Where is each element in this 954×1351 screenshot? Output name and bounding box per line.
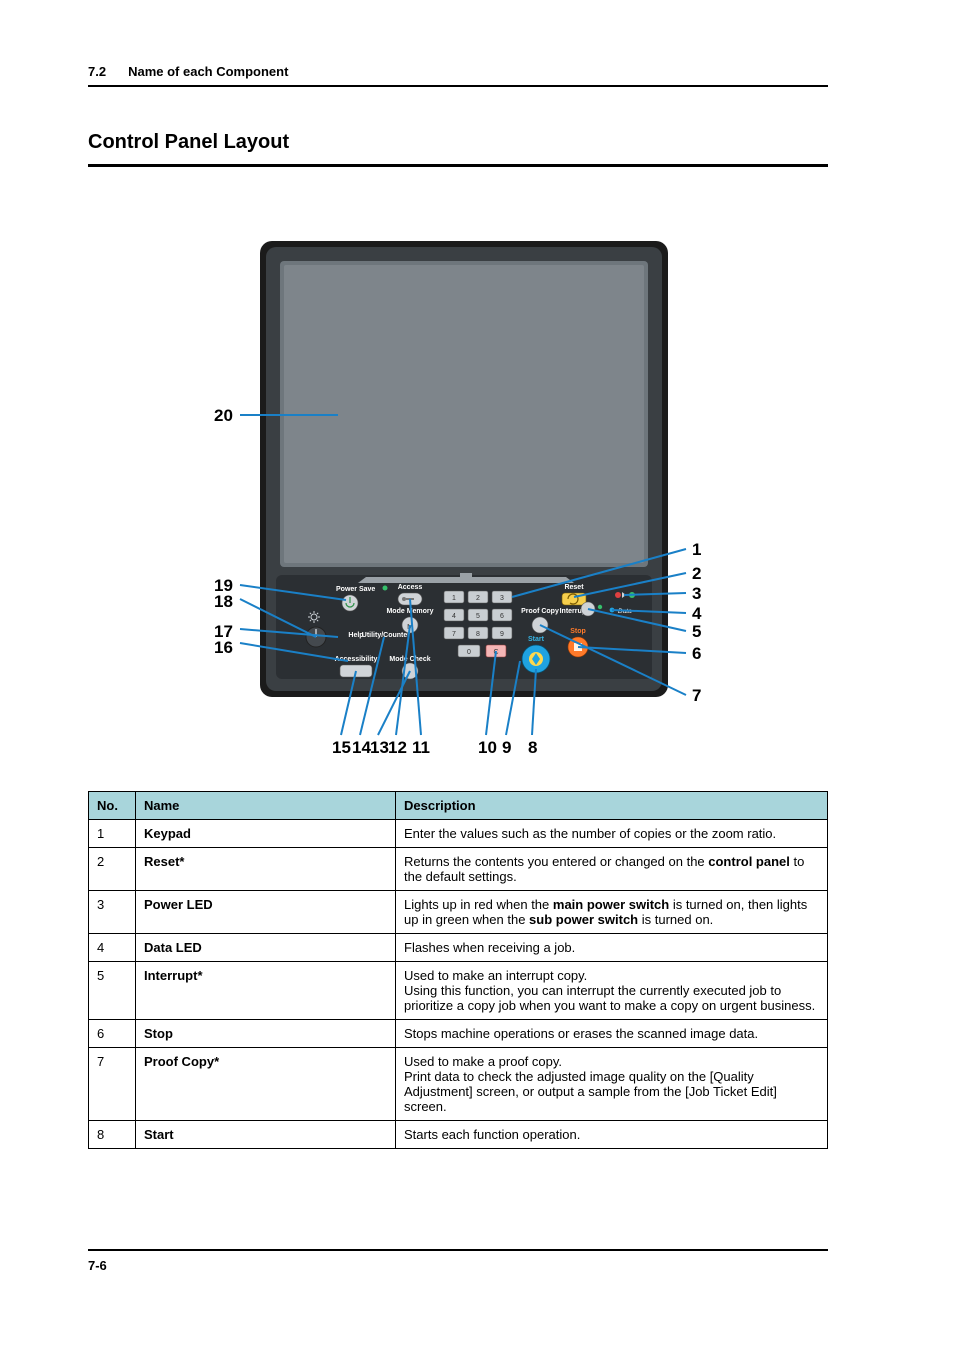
cell-desc: Enter the values such as the number of c… xyxy=(396,820,828,848)
section-number: 7.2 xyxy=(88,64,106,79)
page-title: Control Panel Layout xyxy=(88,131,828,154)
page-number: 7-6 xyxy=(88,1258,107,1273)
svg-text:6: 6 xyxy=(692,644,701,663)
label-proof-copy: Proof Copy xyxy=(521,608,559,615)
svg-text:12: 12 xyxy=(388,738,407,757)
svg-text:5: 5 xyxy=(692,622,701,641)
svg-text:13: 13 xyxy=(370,738,389,757)
svg-text:8: 8 xyxy=(528,738,537,757)
svg-text:1: 1 xyxy=(692,540,701,559)
table-row: 8StartStarts each function operation. xyxy=(89,1121,828,1149)
cell-no: 8 xyxy=(89,1121,136,1149)
svg-text:11: 11 xyxy=(412,738,430,757)
cell-no: 1 xyxy=(89,820,136,848)
label-access: Access xyxy=(398,584,423,591)
running-header: 7.2 Name of each Component xyxy=(88,64,828,79)
svg-text:3: 3 xyxy=(500,595,504,602)
interrupt-led xyxy=(598,605,602,609)
label-stop: Stop xyxy=(570,628,586,635)
svg-text:3: 3 xyxy=(692,584,701,603)
cell-name: Power LED xyxy=(136,891,396,934)
svg-text:10: 10 xyxy=(478,738,497,757)
cell-desc: Stops machine operations or erases the s… xyxy=(396,1020,828,1048)
svg-text:16: 16 xyxy=(214,638,233,657)
cell-name: Start xyxy=(136,1121,396,1149)
label-utility-counter: Utility/Counter xyxy=(362,632,410,639)
cell-no: 6 xyxy=(89,1020,136,1048)
page-footer: 7-6 xyxy=(88,1249,828,1275)
cell-name: Stop xyxy=(136,1020,396,1048)
cell-no: 4 xyxy=(89,934,136,962)
cell-desc: Lights up in red when the main power swi… xyxy=(396,891,828,934)
cell-desc: Used to make a proof copy.Print data to … xyxy=(396,1048,828,1121)
svg-text:9: 9 xyxy=(502,738,511,757)
cell-desc: Returns the contents you entered or chan… xyxy=(396,848,828,891)
cell-no: 2 xyxy=(89,848,136,891)
svg-text:20: 20 xyxy=(214,406,233,425)
cell-desc: Starts each function operation. xyxy=(396,1121,828,1149)
cell-no: 7 xyxy=(89,1048,136,1121)
cell-no: 3 xyxy=(89,891,136,934)
svg-text:8: 8 xyxy=(476,631,480,638)
svg-text:4: 4 xyxy=(452,613,456,620)
svg-text:14: 14 xyxy=(352,738,371,757)
th-name: Name xyxy=(136,792,396,820)
svg-text:4: 4 xyxy=(692,604,702,623)
table-row: 4Data LEDFlashes when receiving a job. xyxy=(89,934,828,962)
th-desc: Description xyxy=(396,792,828,820)
svg-text:1: 1 xyxy=(452,595,456,602)
table-row: 3Power LEDLights up in red when the main… xyxy=(89,891,828,934)
device-illustration: Power Save xyxy=(260,241,668,697)
table-row: 5Interrupt*Used to make an interrupt cop… xyxy=(89,962,828,1020)
cell-name: Interrupt* xyxy=(136,962,396,1020)
title-rule xyxy=(88,164,828,167)
label-mode-check: Mode Check xyxy=(389,656,430,663)
svg-text:9: 9 xyxy=(500,631,504,638)
svg-text:5: 5 xyxy=(476,613,480,620)
svg-text:2: 2 xyxy=(692,564,701,583)
svg-text:7: 7 xyxy=(452,631,456,638)
section-title: Name of each Component xyxy=(128,64,288,79)
svg-text:6: 6 xyxy=(500,613,504,620)
th-no: No. xyxy=(89,792,136,820)
table-row: 1KeypadEnter the values such as the numb… xyxy=(89,820,828,848)
table-row: 2Reset*Returns the contents you entered … xyxy=(89,848,828,891)
svg-text:2: 2 xyxy=(476,595,480,602)
table-row: 7Proof Copy*Used to make a proof copy.Pr… xyxy=(89,1048,828,1121)
components-table: No. Name Description 1KeypadEnter the va… xyxy=(88,791,828,1149)
svg-text:18: 18 xyxy=(214,592,233,611)
label-reset: Reset xyxy=(564,584,584,591)
svg-text:15: 15 xyxy=(332,738,351,757)
svg-text:7: 7 xyxy=(692,686,701,705)
cell-name: Data LED xyxy=(136,934,396,962)
label-power-save: Power Save xyxy=(336,586,375,593)
cell-name: Reset* xyxy=(136,848,396,891)
cell-desc: Used to make an interrupt copy.Using thi… xyxy=(396,962,828,1020)
table-row: 6StopStops machine operations or erases … xyxy=(89,1020,828,1048)
cell-name: Proof Copy* xyxy=(136,1048,396,1121)
cell-name: Keypad xyxy=(136,820,396,848)
cell-no: 5 xyxy=(89,962,136,1020)
label-start: Start xyxy=(528,636,545,643)
panel-diagram: Power Save xyxy=(88,237,828,777)
svg-text:0: 0 xyxy=(467,649,471,656)
cell-desc: Flashes when receiving a job. xyxy=(396,934,828,962)
header-rule xyxy=(88,85,828,87)
